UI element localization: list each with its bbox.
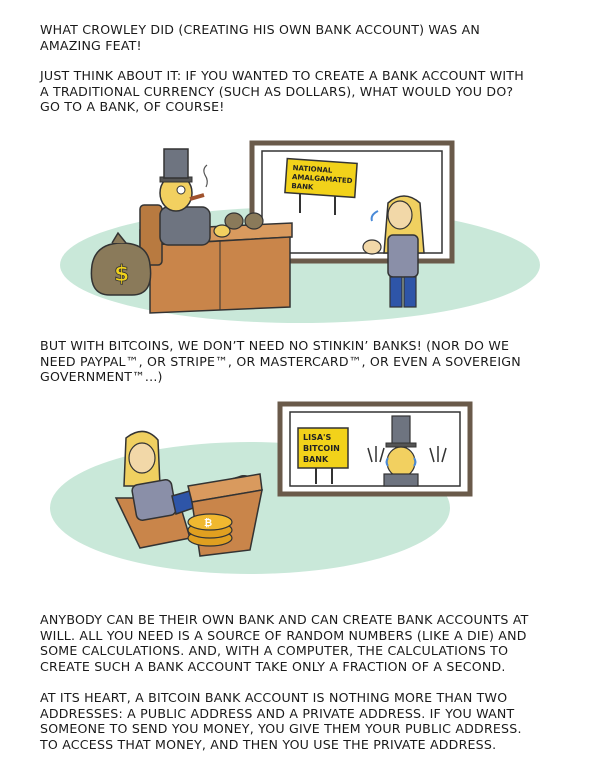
lisa-sweater <box>387 234 419 278</box>
banker-figure <box>159 148 231 246</box>
bank-sign-line-3: BANK <box>291 182 314 192</box>
lisa-hands-cash <box>362 239 382 255</box>
lisa-jeans-left <box>389 276 403 308</box>
banker-suit <box>159 206 211 246</box>
lisa-sweater <box>131 479 177 521</box>
caption-crowley-feat: What Crowley did (creating his own bank … <box>40 22 481 53</box>
lisa-face <box>387 200 413 230</box>
bitcoin-coin-stack: ₿ <box>187 513 233 547</box>
bitcoin-symbol: ₿ <box>204 517 212 529</box>
banker-eye <box>176 185 186 195</box>
illustration-bitcoin-bank: LISA'S BITCOIN BANK ₿ <box>0 400 600 600</box>
illustration-traditional-bank: NATIONAL AMALGAMATED BANK $ <box>0 135 600 335</box>
banker-hand <box>213 224 231 238</box>
caption-be-your-own-bank: Anybody can be their own bank and can cr… <box>40 612 529 674</box>
small-moneybag-right <box>244 212 264 230</box>
bitcoin-sign-line-1: LISA'S <box>303 433 331 442</box>
caption-public-private-address: At its heart, a Bitcoin bank account is … <box>40 690 522 752</box>
lisa-jeans-right <box>403 276 417 308</box>
bitcoin-sign-line-3: BANK <box>303 455 329 464</box>
banker-top-hat <box>163 148 189 179</box>
moneybag-dollar-sign: $ <box>114 262 129 287</box>
caption-no-banks: But with bitcoins, we don’t need no stin… <box>40 338 521 385</box>
caption-traditional-bank: Just think about it: if you wanted to cr… <box>40 68 524 115</box>
bitcoin-sign-line-2: BITCOIN <box>303 444 340 453</box>
lisa-face <box>128 442 156 474</box>
cigar-smoke <box>203 164 208 188</box>
